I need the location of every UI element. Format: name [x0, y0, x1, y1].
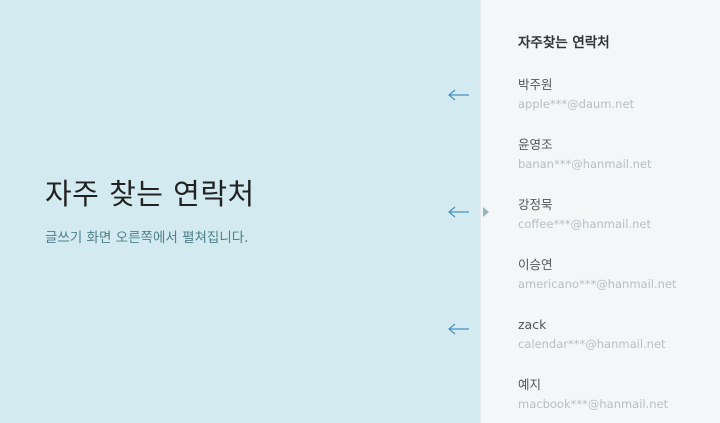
contact-email: coffee***@hanmail.net	[518, 217, 651, 231]
contact-email: macbook***@hanmail.net	[518, 397, 669, 411]
contact-item[interactable]: zack calendar***@hanmail.net	[518, 316, 708, 352]
contact-name: zack	[518, 317, 547, 332]
contact-item[interactable]: 이승연 americano***@hanmail.net	[518, 256, 708, 292]
contact-email: americano***@hanmail.net	[518, 277, 677, 291]
hero-subtitle: 글쓰기 화면 오른쪽에서 펼쳐집니다.	[45, 230, 249, 246]
contact-name: 강정묵	[518, 197, 553, 212]
contact-email: banan***@hanmail.net	[518, 157, 652, 171]
arrow-left-icon	[448, 206, 470, 218]
contact-item[interactable]: 박주원 apple***@daum.net	[518, 76, 708, 112]
contact-name: 박주원	[518, 77, 553, 92]
contacts-panel-title: 자주찾는 연락처	[518, 35, 610, 51]
arrow-left-icon	[448, 89, 470, 101]
contact-item[interactable]: 윤영조 banan***@hanmail.net	[518, 136, 708, 172]
contact-email: apple***@daum.net	[518, 97, 635, 111]
hero-title: 자주 찾는 연락처	[45, 177, 255, 211]
contact-item[interactable]: 예지 macbook***@hanmail.net	[518, 376, 708, 412]
arrow-left-icon	[448, 323, 470, 335]
contact-name: 예지	[518, 377, 542, 392]
contact-name: 윤영조	[518, 137, 553, 152]
contact-item[interactable]: 강정묵 coffee***@hanmail.net	[518, 196, 708, 232]
caret-right-icon	[483, 207, 489, 217]
contact-email: calendar***@hanmail.net	[518, 337, 666, 351]
contact-name: 이승연	[518, 257, 553, 272]
